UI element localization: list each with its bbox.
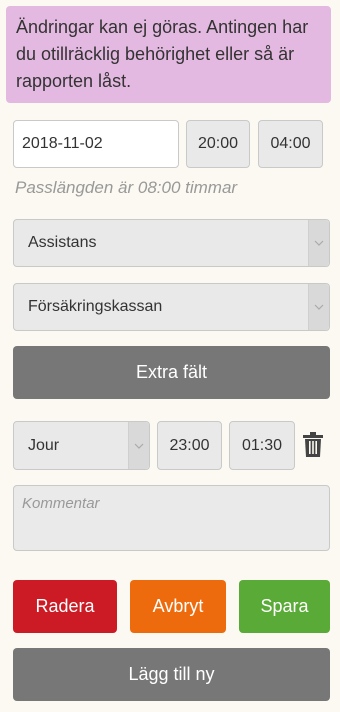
sub-shift-start-value: 23:00 xyxy=(169,436,210,454)
delete-label: Radera xyxy=(35,596,95,616)
type-select[interactable]: Assistans xyxy=(13,219,330,267)
payer-select[interactable]: Försäkringskassan xyxy=(13,283,330,331)
end-time-value: 04:00 xyxy=(270,135,311,152)
chevron-down-icon xyxy=(308,284,329,330)
sub-shift-kind-value: Jour xyxy=(28,436,60,454)
end-time-field[interactable]: 04:00 xyxy=(258,120,323,168)
start-time-field[interactable]: 20:00 xyxy=(186,120,250,168)
sub-shift-kind-select[interactable]: Jour xyxy=(13,421,150,470)
date-field[interactable]: 2018-11-02 xyxy=(13,120,179,168)
date-value: 2018-11-02 xyxy=(22,135,103,152)
payer-select-value: Försäkringskassan xyxy=(28,298,163,315)
shift-duration-text: Passlängden är 08:00 timmar xyxy=(15,178,238,197)
extra-fields-label: Extra fält xyxy=(135,362,208,382)
add-new-label: Lägg till ny xyxy=(128,664,215,684)
comment-textarea[interactable]: Kommentar xyxy=(13,485,330,551)
cancel-button[interactable]: Avbryt xyxy=(130,580,226,633)
add-new-button[interactable]: Lägg till ny xyxy=(13,648,330,701)
warning-message: Ändringar kan ej göras. Antingen har du … xyxy=(16,17,309,91)
delete-button[interactable]: Radera xyxy=(13,580,117,633)
comment-placeholder: Kommentar xyxy=(22,495,100,512)
trash-icon[interactable] xyxy=(302,432,324,458)
cancel-label: Avbryt xyxy=(152,596,204,616)
chevron-down-icon xyxy=(128,422,149,469)
extra-fields-button[interactable]: Extra fält xyxy=(13,346,330,399)
type-select-value: Assistans xyxy=(28,234,97,251)
start-time-value: 20:00 xyxy=(197,135,239,152)
save-button[interactable]: Spara xyxy=(239,580,330,633)
sub-shift-start-field[interactable]: 23:00 xyxy=(157,421,222,470)
readonly-warning-banner: Ändringar kan ej göras. Antingen har du … xyxy=(6,6,331,103)
save-label: Spara xyxy=(260,596,309,616)
sub-shift-end-value: 01:30 xyxy=(241,436,283,454)
sub-shift-end-field[interactable]: 01:30 xyxy=(229,421,295,470)
chevron-down-icon xyxy=(308,220,329,266)
